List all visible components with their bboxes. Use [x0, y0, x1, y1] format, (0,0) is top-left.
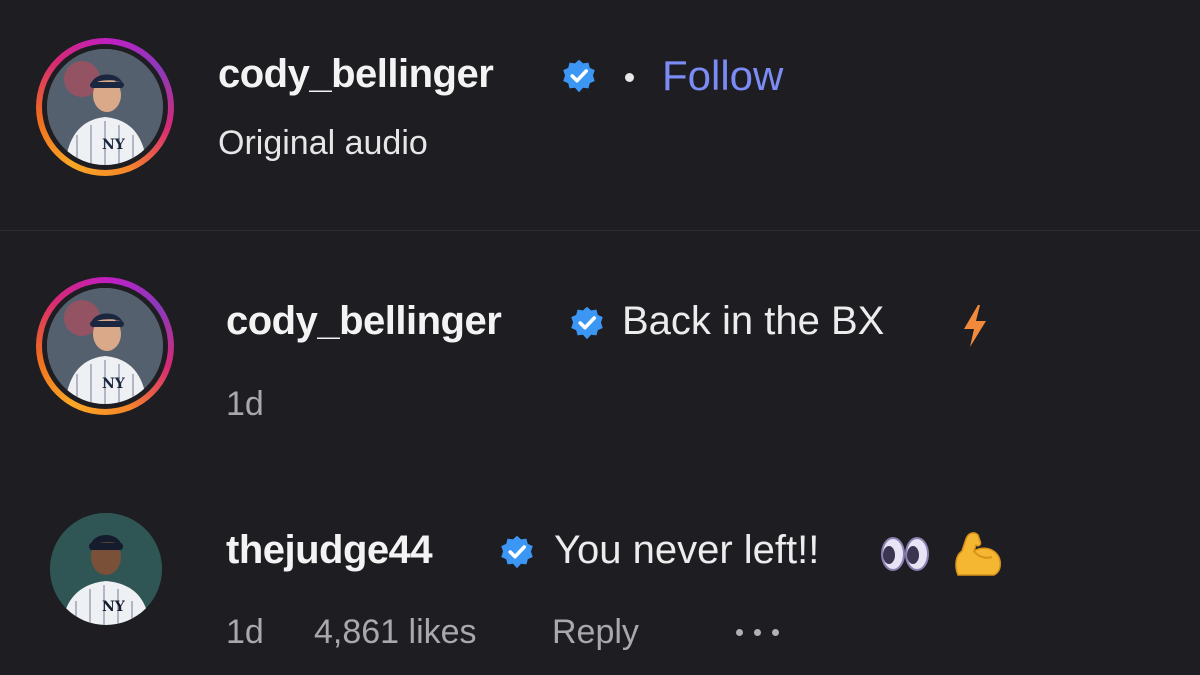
comment-username[interactable]: thejudge44: [226, 528, 433, 573]
follow-button[interactable]: Follow: [662, 52, 783, 100]
reply-button[interactable]: Reply: [552, 613, 639, 652]
commenter-avatar[interactable]: NY: [50, 513, 162, 625]
comment-timestamp[interactable]: 1d: [226, 613, 264, 652]
likes-count[interactable]: 4,861 likes: [314, 613, 477, 652]
comment-item: NY thejudge44 You never left!! 1d 4,861 …: [0, 461, 1200, 675]
lightning-bolt-icon: [964, 305, 986, 347]
commenter-avatar[interactable]: NY: [36, 277, 174, 415]
svg-text:NY: NY: [102, 599, 126, 615]
verified-badge-icon: [563, 59, 595, 93]
author-username[interactable]: cody_bellinger: [218, 52, 494, 97]
svg-text:NY: NY: [102, 137, 126, 153]
avatar-photo: NY: [47, 288, 163, 404]
comment-text: You never left!!: [554, 528, 820, 572]
verified-badge-icon: [571, 306, 603, 340]
comment-timestamp[interactable]: 1d: [226, 385, 264, 424]
svg-text:NY: NY: [102, 376, 126, 392]
avatar-photo: NY: [47, 49, 163, 165]
audio-label[interactable]: Original audio: [218, 124, 428, 163]
comment-item: NY cody_bellinger Back in the BX 1d: [0, 231, 1200, 461]
flexed-biceps-icon: [955, 532, 1001, 576]
eyes-icon: [881, 537, 929, 571]
player-photo-icon: NY: [47, 49, 163, 165]
separator-dot: [625, 73, 634, 82]
more-options-icon[interactable]: [736, 629, 779, 636]
comment-username[interactable]: cody_bellinger: [226, 299, 502, 344]
comment-text: Back in the BX: [622, 299, 885, 343]
verified-badge-icon: [501, 535, 533, 569]
post-header: NY cody_bellinger Follow Original audio: [0, 0, 1200, 230]
author-avatar[interactable]: NY: [36, 38, 174, 176]
player-photo-icon: NY: [47, 288, 163, 404]
player-photo-icon: NY: [50, 513, 162, 625]
